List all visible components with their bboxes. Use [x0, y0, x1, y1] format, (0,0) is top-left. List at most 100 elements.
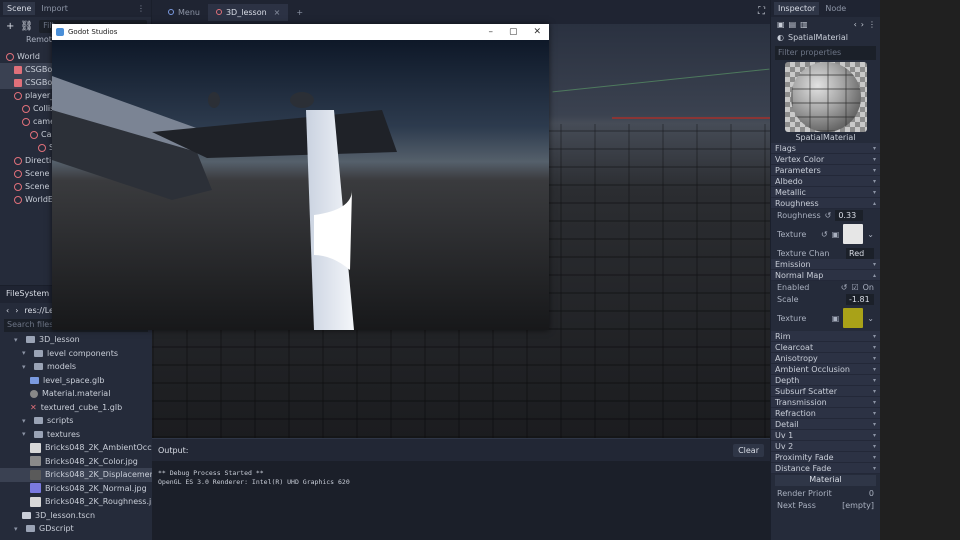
inspector-section[interactable]: Ambient Occlusion ▾: [771, 364, 880, 375]
section-label: Uv 1: [775, 430, 794, 440]
expand-arrow-icon[interactable]: ▾: [22, 417, 30, 425]
filesystem-path[interactable]: res://Le: [24, 306, 54, 315]
material-button[interactable]: Material: [775, 475, 876, 486]
file-item[interactable]: level_space.glb: [0, 374, 152, 388]
normal-scale-field[interactable]: -1.81: [846, 293, 874, 305]
file-item[interactable]: Material.material: [0, 387, 152, 401]
tab-scene[interactable]: Scene: [3, 2, 36, 15]
inspector-section[interactable]: Proximity Fade ▾: [771, 452, 880, 463]
section-label: Roughness: [775, 198, 819, 208]
inspector-section[interactable]: Transmission ▾: [771, 397, 880, 408]
game-window[interactable]: Godot Studios – ▢ ✕: [52, 24, 549, 330]
section-vertex-color[interactable]: Vertex Color ▾: [771, 154, 880, 165]
inspector-section[interactable]: Anisotropy ▾: [771, 353, 880, 364]
revert-icon[interactable]: ↺: [825, 211, 832, 220]
dock-menu-icon[interactable]: ⋮: [137, 4, 145, 13]
revert-icon[interactable]: ↺: [821, 230, 828, 239]
chevron-down-icon: ▾: [872, 431, 876, 439]
new-resource-icon[interactable]: ▣: [777, 20, 785, 29]
file-label: Bricks048_2K_Normal.jpg: [45, 483, 147, 493]
prop-label: Texture Chan: [777, 248, 830, 258]
file-item[interactable]: ▾ 3D_lesson: [0, 333, 152, 347]
output-header: Output: Clear: [152, 439, 770, 461]
file-item[interactable]: Bricks048_2K_Normal.jpg: [0, 482, 152, 496]
section-normal-map[interactable]: Normal Map ▴: [771, 270, 880, 281]
history-forward-icon[interactable]: ›: [861, 20, 864, 29]
minimize-icon[interactable]: –: [488, 27, 493, 37]
file-item[interactable]: Bricks048_2K_Color.jpg: [0, 455, 152, 469]
section-roughness[interactable]: Roughness ▴: [771, 198, 880, 209]
revert-icon[interactable]: ↺: [841, 283, 848, 292]
folder-icon: [34, 430, 43, 438]
inspector-sections: Rim ▾ Clearcoat ▾ Anisotropy ▾ Ambient Occlusi…: [771, 331, 880, 474]
section-emission[interactable]: Emission ▾: [771, 259, 880, 270]
scene-tree-label: World: [17, 52, 40, 61]
section-parameters[interactable]: Parameters ▾: [771, 165, 880, 176]
maximize-icon[interactable]: ▢: [509, 27, 518, 37]
inspector-section[interactable]: Uv 2 ▾: [771, 441, 880, 452]
section-label: Refraction: [775, 408, 816, 418]
close-tab-icon[interactable]: ×: [274, 8, 281, 17]
object-name[interactable]: SpatialMaterial: [788, 33, 848, 42]
checkbox-icon[interactable]: ▣: [832, 314, 840, 323]
inspector-section[interactable]: Depth ▾: [771, 375, 880, 386]
texture-channel-select[interactable]: Red: [846, 247, 874, 259]
roughness-field[interactable]: 0.33: [835, 209, 864, 221]
filesystem-list: ▾ 3D_lesson ▾ level components ▾ models level_…: [0, 333, 152, 536]
file-item[interactable]: 3D_lesson.tscn: [0, 509, 152, 523]
expand-arrow-icon[interactable]: ▾: [22, 363, 30, 371]
history-back-icon[interactable]: ‹: [854, 20, 857, 29]
file-item[interactable]: Bricks048_2K_AmbientOccl: [0, 441, 152, 455]
forward-icon[interactable]: ›: [15, 306, 18, 315]
roughness-texture-thumb[interactable]: [843, 224, 864, 244]
inspector-section[interactable]: Detail ▾: [771, 419, 880, 430]
inspector-section[interactable]: Rim ▾: [771, 331, 880, 342]
dropdown-icon[interactable]: ⌄: [867, 314, 874, 323]
checkbox-icon[interactable]: ▣: [832, 230, 840, 239]
inspector-section[interactable]: Refraction ▾: [771, 408, 880, 419]
inspector-section[interactable]: Subsurf Scatter ▾: [771, 386, 880, 397]
section-metallic[interactable]: Metallic ▾: [771, 187, 880, 198]
tab-inspector[interactable]: Inspector: [774, 2, 820, 15]
expand-arrow-icon[interactable]: ▾: [14, 336, 22, 344]
history-icon[interactable]: ⋮: [868, 20, 876, 29]
inspector-section[interactable]: Distance Fade ▾: [771, 463, 880, 474]
file-item[interactable]: ▾ models: [0, 360, 152, 374]
inspector-filter-input[interactable]: Filter properties: [775, 46, 876, 60]
file-label: textured_cube_1.glb: [40, 402, 123, 412]
viewport-distraction-free-icon[interactable]: ⛶: [758, 6, 765, 17]
inspector-section[interactable]: Clearcoat ▾: [771, 342, 880, 353]
tab-node[interactable]: Node: [821, 2, 850, 15]
tab-3d-lesson[interactable]: 3D_lesson ×: [207, 3, 289, 21]
expand-arrow-icon[interactable]: ▾: [22, 430, 30, 438]
section-albedo[interactable]: Albedo ▾: [771, 176, 880, 187]
link-icon[interactable]: ⛓: [20, 21, 33, 32]
expand-arrow-icon[interactable]: ▾: [22, 349, 30, 357]
close-icon[interactable]: ✕: [533, 27, 541, 37]
tab-menu[interactable]: Menu: [160, 4, 208, 21]
expand-arrow-icon[interactable]: ▾: [14, 525, 22, 533]
checkbox-checked-icon[interactable]: ☑: [851, 283, 858, 292]
back-icon[interactable]: ‹: [6, 306, 9, 315]
inspector-section[interactable]: Uv 1 ▾: [771, 430, 880, 441]
file-item[interactable]: Bricks048_2K_Roughness.jp: [0, 495, 152, 509]
section-flags[interactable]: Flags ▾: [771, 143, 880, 154]
tab-import[interactable]: Import: [37, 2, 72, 15]
dropdown-icon[interactable]: ⌄: [867, 230, 874, 239]
normal-texture-thumb[interactable]: [843, 308, 864, 328]
file-item[interactable]: ▾ GDscript: [0, 522, 152, 536]
node-icon: [14, 156, 22, 165]
file-item[interactable]: ▾ level components: [0, 347, 152, 361]
file-item[interactable]: ▾ textures: [0, 428, 152, 442]
load-resource-icon[interactable]: ▤: [789, 20, 797, 29]
render-priority-field[interactable]: 0: [869, 489, 874, 498]
file-item[interactable]: Bricks048_2K_Displacemen: [0, 468, 152, 482]
file-item[interactable]: ▾ scripts: [0, 414, 152, 428]
output-log[interactable]: ** Debug Process Started ** OpenGL ES 3.…: [152, 461, 770, 495]
save-resource-icon[interactable]: ▥: [800, 20, 808, 29]
next-pass-field[interactable]: [empty]: [842, 501, 874, 510]
file-item[interactable]: ✕ textured_cube_1.glb: [0, 401, 152, 415]
clear-button[interactable]: Clear: [733, 443, 764, 457]
new-tab-icon[interactable]: +: [288, 4, 311, 21]
add-node-icon[interactable]: +: [6, 21, 14, 32]
